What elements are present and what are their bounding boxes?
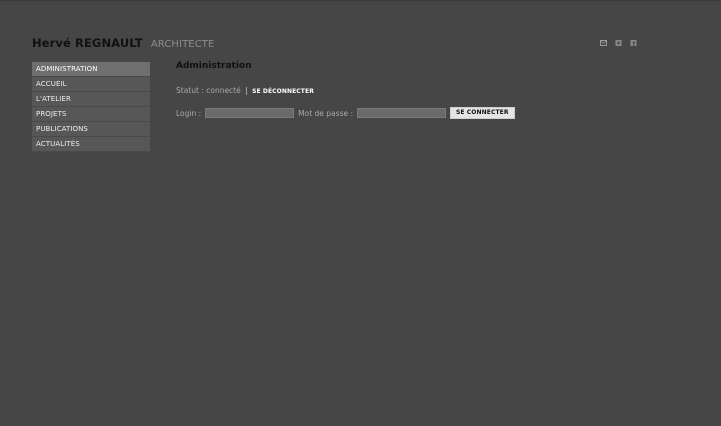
mail-icon[interactable]	[600, 40, 607, 46]
login-button[interactable]: SE CONNECTER	[450, 107, 515, 119]
sidebar-item-accueil[interactable]: ACCUEIL	[32, 77, 150, 92]
login-input[interactable]	[205, 108, 295, 118]
social-icons	[600, 40, 637, 46]
password-input[interactable]	[357, 108, 446, 118]
login-form: Login : Mot de passe : SE CONNECTER	[176, 107, 515, 119]
sidebar-item-atelier[interactable]: L'ATELIER	[32, 92, 150, 107]
sidebar-item-actualites[interactable]: ACTUALITÉS	[32, 137, 150, 152]
sidebar-item-publications[interactable]: PUBLICATIONS	[32, 122, 150, 137]
brand-subtitle: ARCHITECTE	[150, 39, 215, 50]
main-content: Administration Statut : connecté | SE DÉ…	[176, 60, 515, 119]
password-label: Mot de passe :	[298, 108, 353, 118]
status-separator: |	[245, 86, 248, 95]
sidebar-menu: ADMINISTRATION ACCUEIL L'ATELIER PROJETS…	[32, 62, 150, 152]
facebook-icon[interactable]	[630, 40, 637, 46]
rss-icon[interactable]	[615, 40, 622, 46]
status-text: Statut : connecté	[176, 86, 241, 95]
sidebar-item-projets[interactable]: PROJETS	[32, 107, 150, 122]
sidebar-item-administration[interactable]: ADMINISTRATION	[32, 62, 150, 77]
page: Hervé REGNAULT ARCHITECTE ADMINISTRATION…	[0, 0, 721, 426]
login-label: Login :	[176, 108, 202, 118]
logout-link[interactable]: SE DÉCONNECTER	[252, 88, 314, 95]
status-line: Statut : connecté | SE DÉCONNECTER	[176, 86, 314, 97]
page-title: Administration	[176, 61, 252, 71]
site-logo[interactable]: Hervé REGNAULT ARCHITECTE	[32, 35, 214, 52]
brand-name: Hervé REGNAULT	[32, 36, 143, 50]
